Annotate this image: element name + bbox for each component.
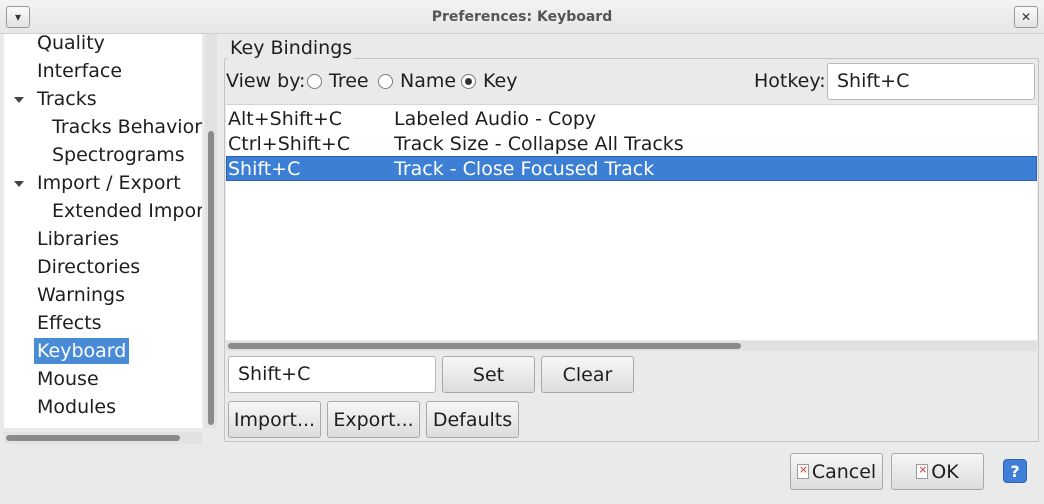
document-icon bbox=[796, 463, 809, 479]
row-command: Track Size - Collapse All Tracks bbox=[394, 133, 684, 155]
close-button[interactable]: ✕ bbox=[1014, 6, 1038, 28]
list-horizontal-scroll-thumb[interactable] bbox=[228, 343, 741, 349]
set-button[interactable]: Set bbox=[442, 356, 535, 393]
ok-label: OK bbox=[931, 460, 959, 483]
key-field-input[interactable]: Shift+C bbox=[228, 356, 436, 393]
tree-item-spectrograms[interactable]: Spectrograms bbox=[49, 142, 188, 168]
table-row[interactable]: Alt+Shift+C Labeled Audio - Copy bbox=[226, 107, 1037, 132]
view-tree-radio[interactable] bbox=[307, 74, 322, 89]
triangle-down-icon[interactable] bbox=[14, 97, 24, 103]
view-tree-label[interactable]: Tree bbox=[329, 70, 369, 92]
tree-item-directories[interactable]: Directories bbox=[34, 254, 143, 280]
tree-vertical-scrollbar[interactable] bbox=[205, 34, 217, 428]
help-button[interactable]: ? bbox=[1003, 459, 1027, 483]
tree-item-extended-import[interactable]: Extended Import bbox=[49, 198, 202, 224]
close-icon: ✕ bbox=[1020, 10, 1032, 24]
table-row[interactable]: Ctrl+Shift+C Track Size - Collapse All T… bbox=[226, 132, 1037, 157]
question-icon: ? bbox=[1010, 461, 1020, 481]
row-command: Labeled Audio - Copy bbox=[394, 108, 597, 130]
title-bar: ▾ Preferences: Keyboard ✕ bbox=[0, 0, 1044, 34]
tree-vertical-scroll-thumb[interactable] bbox=[208, 131, 214, 425]
tree-item-effects[interactable]: Effects bbox=[34, 310, 105, 336]
import-button[interactable]: Import... bbox=[228, 401, 321, 438]
tree-item-tracks-behaviors[interactable]: Tracks Behaviors bbox=[49, 114, 202, 140]
view-name-label[interactable]: Name bbox=[400, 70, 456, 92]
tree-item-keyboard[interactable]: Keyboard bbox=[34, 338, 130, 364]
export-button[interactable]: Export... bbox=[327, 401, 420, 438]
clear-button[interactable]: Clear bbox=[541, 356, 634, 393]
view-key-label[interactable]: Key bbox=[483, 70, 517, 92]
triangle-down-icon[interactable] bbox=[14, 181, 24, 187]
tree-item-quality[interactable]: Quality bbox=[34, 34, 108, 56]
tree-item-interface[interactable]: Interface bbox=[34, 58, 125, 84]
list-horizontal-scrollbar[interactable] bbox=[226, 341, 1037, 351]
tree-item-mouse[interactable]: Mouse bbox=[34, 366, 102, 392]
view-name-radio[interactable] bbox=[378, 74, 393, 89]
cancel-button[interactable]: Cancel bbox=[790, 453, 883, 490]
hotkey-label: Hotkey: bbox=[754, 70, 826, 92]
document-icon bbox=[916, 463, 929, 479]
ok-button[interactable]: OK bbox=[891, 453, 984, 490]
key-bindings-group-label: Key Bindings bbox=[228, 37, 355, 59]
row-key: Ctrl+Shift+C bbox=[228, 133, 351, 155]
window-title: Preferences: Keyboard bbox=[431, 9, 613, 25]
category-tree[interactable]: Quality Interface Tracks Tracks Behavior… bbox=[4, 34, 202, 428]
tree-horizontal-scroll-thumb[interactable] bbox=[6, 435, 180, 441]
table-row-selected[interactable]: Shift+C Track - Close Focused Track bbox=[226, 156, 1037, 181]
row-key: Shift+C bbox=[228, 158, 301, 180]
view-by-label: View by: bbox=[226, 70, 306, 92]
tree-horizontal-scrollbar[interactable] bbox=[4, 432, 202, 444]
tree-item-modules[interactable]: Modules bbox=[34, 394, 119, 420]
defaults-button[interactable]: Defaults bbox=[426, 401, 519, 438]
tree-item-libraries[interactable]: Libraries bbox=[34, 226, 122, 252]
key-bindings-list[interactable]: Alt+Shift+C Labeled Audio - Copy Ctrl+Sh… bbox=[226, 104, 1037, 340]
row-key: Alt+Shift+C bbox=[228, 108, 343, 130]
tree-item-import-export[interactable]: Import / Export bbox=[34, 170, 184, 196]
view-key-radio[interactable] bbox=[461, 74, 476, 89]
tree-item-tracks[interactable]: Tracks bbox=[34, 86, 100, 112]
row-command: Track - Close Focused Track bbox=[394, 158, 655, 180]
cancel-label: Cancel bbox=[811, 460, 877, 483]
hotkey-search-input[interactable]: Shift+C bbox=[827, 63, 1035, 100]
tree-item-warnings[interactable]: Warnings bbox=[34, 282, 128, 308]
